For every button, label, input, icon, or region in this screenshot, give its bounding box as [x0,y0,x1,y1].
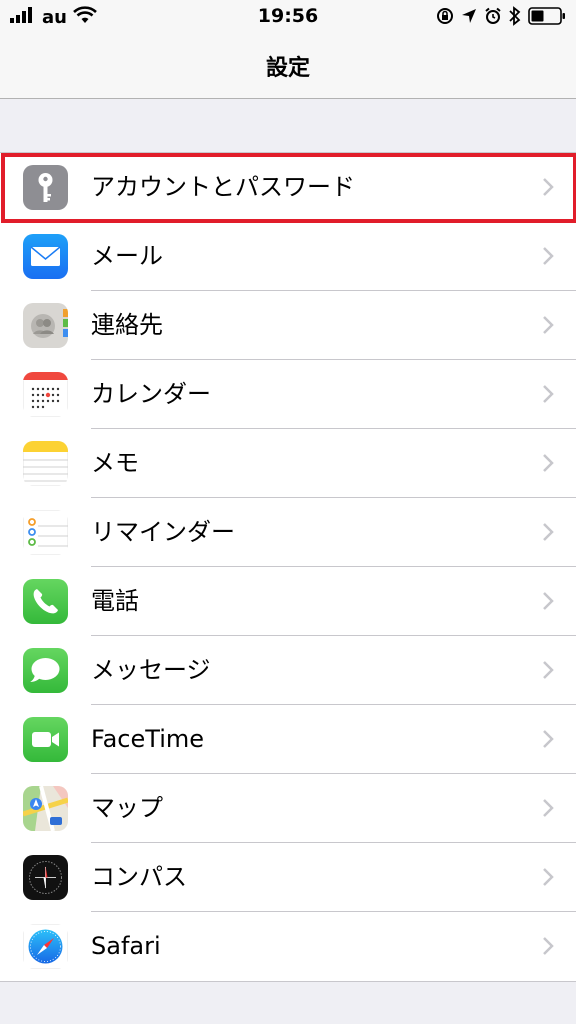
notes-icon [23,441,68,486]
chevron-right-icon [542,591,554,611]
chevron-right-icon [542,729,554,749]
reminders-icon [23,510,68,555]
settings-item-label: アカウントとパスワード [91,173,355,201]
chevron-right-icon [542,936,554,956]
alarm-icon [484,7,502,29]
chevron-right-icon [542,453,554,473]
settings-item-calendar[interactable]: カレンダー [0,360,576,429]
settings-item-messages[interactable]: メッセージ [0,636,576,705]
settings-item-label: コンパス [91,863,187,891]
settings-item-label: メッセージ [91,656,211,684]
chevron-right-icon [542,177,554,197]
chevron-right-icon [542,246,554,266]
settings-item-label: メモ [91,449,139,477]
contacts-icon [23,303,68,348]
maps-icon [23,786,68,831]
settings-item-phone[interactable]: 電話 [0,567,576,636]
compass-icon [23,855,68,900]
chevron-right-icon [542,315,554,335]
chevron-right-icon [542,867,554,887]
messages-icon [23,648,68,693]
settings-item-mail[interactable]: メール [0,222,576,291]
battery-icon [528,7,566,29]
settings-item-contacts[interactable]: 連絡先 [0,291,576,360]
phone-icon [23,579,68,624]
key-icon [23,165,68,210]
bluetooth-icon [509,6,521,30]
chevron-right-icon [542,660,554,680]
settings-item-label: カレンダー [91,380,211,408]
mail-icon [23,234,68,279]
chevron-right-icon [542,798,554,818]
status-bar: au 19:56 [0,0,576,36]
chevron-right-icon [542,522,554,542]
settings-item-accounts-passwords[interactable]: アカウントとパスワード [0,153,576,222]
settings-item-notes[interactable]: メモ [0,429,576,498]
facetime-icon [23,717,68,762]
settings-item-label: マップ [91,794,163,822]
location-icon [461,8,477,28]
orientation-lock-icon [436,7,454,29]
settings-item-safari[interactable]: Safari [0,912,576,981]
safari-icon [23,924,68,969]
status-right [436,6,566,30]
chevron-right-icon [542,384,554,404]
settings-item-reminders[interactable]: リマインダー [0,498,576,567]
settings-item-facetime[interactable]: FaceTime [0,705,576,774]
settings-item-compass[interactable]: コンパス [0,843,576,912]
navigation-bar: 設定 [0,36,576,99]
settings-item-maps[interactable]: マップ [0,774,576,843]
settings-item-label: 電話 [91,587,139,615]
settings-item-label: FaceTime [91,725,205,753]
settings-item-label: リマインダー [91,518,235,546]
page-title: 設定 [265,56,310,81]
settings-item-label: 連絡先 [91,311,163,339]
settings-item-label: メール [91,242,163,270]
calendar-icon [23,372,68,417]
settings-item-label: Safari [91,932,161,960]
settings-list: アカウントとパスワード メール 連絡先 カレンダー メモ リマインダー 電話 メ… [0,152,576,982]
